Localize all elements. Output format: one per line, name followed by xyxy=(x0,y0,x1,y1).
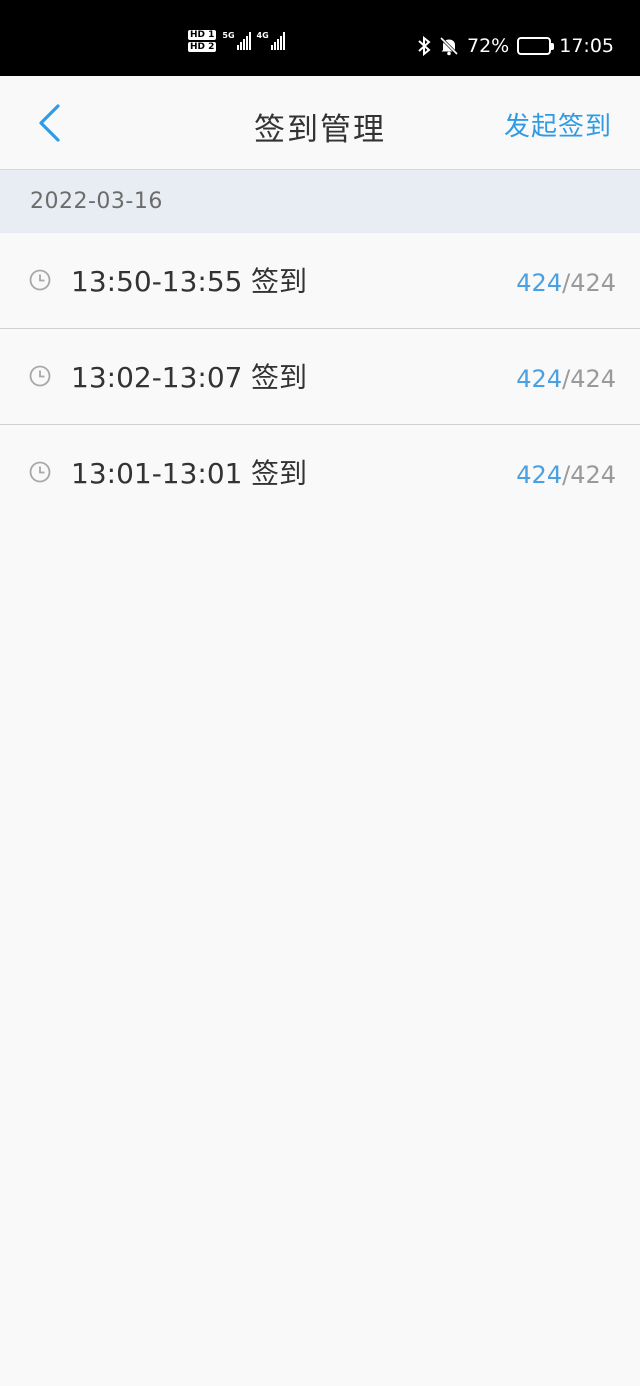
signal-bars-icon xyxy=(270,32,285,50)
nav-bar: 签到管理 发起签到 xyxy=(0,76,640,170)
network-type-label: 5G xyxy=(222,31,235,40)
clock-icon xyxy=(29,269,51,291)
clock-icon xyxy=(29,461,51,483)
session-time-range: 13:01-13:01 xyxy=(71,457,243,490)
signal-4g: 4G xyxy=(257,32,285,50)
signed-count: 424 xyxy=(516,365,563,393)
start-checkin-button[interactable]: 发起签到 xyxy=(504,106,612,143)
attendance-count: 424/424 xyxy=(516,460,616,490)
signed-count: 424 xyxy=(516,269,563,297)
count-separator: / xyxy=(562,269,571,297)
session-time-range: 13:02-13:07 xyxy=(71,361,243,394)
total-count: 424 xyxy=(570,461,616,489)
network-type-label: 4G xyxy=(256,31,269,40)
bluetooth-icon xyxy=(418,36,431,56)
date-section-header: 2022-03-16 xyxy=(0,170,640,233)
signed-count: 424 xyxy=(516,461,563,489)
clock-icon xyxy=(29,365,51,387)
bell-muted-icon xyxy=(439,36,459,56)
status-right: 72% 17:05 xyxy=(417,34,614,58)
session-type-label: 签到 xyxy=(251,361,308,394)
signal-group: HD 1 HD 2 5G 4G xyxy=(188,30,285,52)
total-count: 424 xyxy=(570,365,616,393)
clock-time: 17:05 xyxy=(559,35,614,57)
hd-indicators: HD 1 HD 2 xyxy=(188,30,217,52)
list-item[interactable]: 13:50-13:55 签到 424/424 xyxy=(0,233,640,329)
battery-icon xyxy=(517,37,555,55)
checkin-list: 13:50-13:55 签到 424/424 13:02-13:07 签到 42… xyxy=(0,233,640,521)
session-type-label: 签到 xyxy=(251,265,308,298)
list-item[interactable]: 13:01-13:01 签到 424/424 xyxy=(0,425,640,521)
sim1-badge: HD 1 xyxy=(188,30,217,40)
sim2-badge: HD 2 xyxy=(188,42,217,52)
attendance-count: 424/424 xyxy=(516,364,616,394)
status-bar: HD 1 HD 2 5G 4G 72% 17:05 xyxy=(0,0,640,76)
session-time-range: 13:50-13:55 xyxy=(71,265,243,298)
list-item[interactable]: 13:02-13:07 签到 424/424 xyxy=(0,329,640,425)
session-type-label: 签到 xyxy=(251,457,308,490)
signal-bars-icon xyxy=(236,32,251,50)
count-separator: / xyxy=(562,461,571,489)
count-separator: / xyxy=(562,365,571,393)
signal-5g: 5G xyxy=(222,31,251,50)
total-count: 424 xyxy=(570,269,616,297)
attendance-count: 424/424 xyxy=(516,268,616,298)
battery-percent: 72% xyxy=(467,35,510,57)
